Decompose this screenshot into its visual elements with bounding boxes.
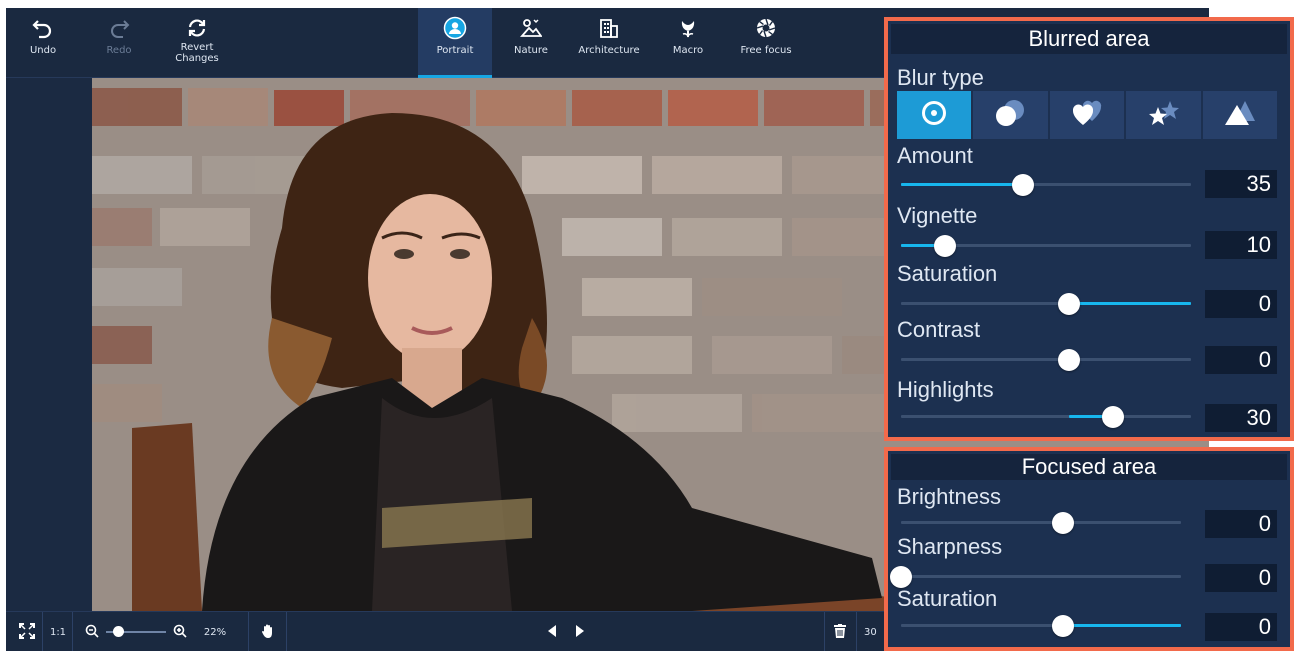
tab-macro-label: Macro (672, 45, 704, 56)
undo-icon (31, 16, 55, 40)
blur-type-overlap[interactable] (973, 91, 1048, 139)
saturation-value[interactable]: 0 (1205, 290, 1277, 318)
undo-label: Undo (29, 45, 57, 56)
blur-type-hearts[interactable] (1049, 91, 1125, 139)
brightness-value[interactable]: 0 (1205, 510, 1277, 538)
overlap-circles-icon (994, 99, 1028, 131)
arrow-left-icon (547, 624, 557, 640)
portrait-icon (443, 16, 467, 40)
blur-type-circle[interactable] (897, 91, 972, 139)
revert-changes-button[interactable]: Revert Changes (166, 8, 228, 78)
undo-button[interactable]: Undo (20, 8, 66, 78)
blur-type-triangles[interactable] (1202, 91, 1278, 139)
saturation-slider-fill (1069, 302, 1191, 305)
contrast-slider-handle[interactable] (1058, 349, 1081, 371)
next-button[interactable] (570, 612, 590, 651)
redo-button[interactable]: Redo (96, 8, 142, 78)
canvas-margin (6, 78, 92, 611)
pan-tool-button[interactable] (256, 612, 280, 651)
nature-icon (519, 16, 543, 40)
stars-icon (1146, 99, 1180, 131)
separator (286, 612, 287, 651)
hearts-icon (1070, 99, 1104, 131)
tab-nature-label: Nature (514, 45, 548, 56)
architecture-icon (597, 16, 621, 40)
brightness-slider[interactable] (901, 521, 1181, 524)
brightness-label: Brightness (897, 484, 1001, 509)
actual-size-label: 1:1 (49, 626, 67, 638)
focus-saturation-value[interactable]: 0 (1205, 613, 1277, 641)
blur-type-stars[interactable] (1126, 91, 1201, 139)
separator (248, 612, 249, 651)
amount-slider-fill (901, 183, 1023, 186)
trash-icon (834, 623, 846, 641)
tab-free-focus[interactable]: Free focus (728, 8, 804, 78)
tab-architecture[interactable]: Architecture (570, 8, 648, 78)
actual-size-button[interactable]: 1:1 (44, 612, 72, 651)
contrast-label: Contrast (897, 317, 981, 342)
zoom-out-button[interactable] (82, 612, 102, 651)
triangles-icon (1223, 99, 1257, 131)
highlights-slider-handle[interactable] (1101, 406, 1124, 428)
hand-icon (261, 623, 275, 642)
vignette-slider-handle[interactable] (933, 235, 956, 257)
amount-slider-handle[interactable] (1011, 174, 1034, 196)
redo-label: Redo (106, 45, 132, 56)
tab-portrait-label: Portrait (436, 45, 474, 56)
zoom-out-icon (85, 624, 99, 641)
separator (824, 612, 825, 651)
highlights-label: Highlights (897, 377, 994, 402)
redo-icon (107, 16, 131, 40)
sharpness-value[interactable]: 0 (1205, 564, 1277, 592)
sharpness-slider[interactable] (901, 575, 1181, 578)
separator (856, 612, 857, 651)
saturation-slider-handle[interactable] (1058, 293, 1081, 315)
revert-label: Revert Changes (175, 42, 219, 64)
vignette-value[interactable]: 10 (1205, 231, 1277, 259)
highlights-value[interactable]: 30 (1205, 404, 1277, 432)
sharpness-label: Sharpness (897, 534, 1003, 559)
blurred-area-panel: Blurred area Blur type Amount 35 Vignett… (884, 17, 1294, 441)
focus-saturation-slider-fill (1063, 624, 1181, 627)
previous-button[interactable] (542, 612, 562, 651)
blur-type-label: Blur type (897, 65, 984, 90)
revert-icon (185, 16, 209, 40)
saturation-label: Saturation (897, 261, 998, 286)
zoom-in-button[interactable] (170, 612, 190, 651)
contrast-slider[interactable] (901, 358, 1191, 361)
zoom-in-icon (173, 624, 187, 641)
delete-button[interactable] (830, 612, 850, 651)
circle-bokeh-icon (920, 99, 948, 131)
contrast-value[interactable]: 0 (1205, 346, 1277, 374)
sharpness-slider-handle[interactable] (890, 566, 912, 588)
fullscreen-icon (19, 622, 35, 642)
tab-architecture-label: Architecture (578, 45, 640, 56)
focused-area-panel: Focused area Brightness 0 Sharpness 0 Sa… (884, 447, 1294, 651)
macro-icon (676, 16, 700, 40)
arrow-right-icon (575, 624, 585, 640)
aperture-icon (754, 16, 778, 40)
separator (72, 612, 73, 651)
tab-nature[interactable]: Nature (500, 8, 562, 78)
panel-title: Blurred area (891, 24, 1287, 54)
amount-label: Amount (897, 143, 973, 168)
tab-portrait[interactable]: Portrait (418, 8, 492, 78)
fullscreen-button[interactable] (12, 612, 42, 651)
zoom-slider-handle[interactable] (113, 626, 124, 637)
separator (42, 612, 43, 651)
amount-value[interactable]: 35 (1205, 170, 1277, 198)
focus-saturation-slider-handle[interactable] (1052, 615, 1075, 637)
zoom-percent: 22% (203, 626, 227, 638)
tab-macro[interactable]: Macro (660, 8, 716, 78)
saturation-label: Saturation (897, 586, 998, 611)
tab-free-focus-label: Free focus (740, 45, 792, 56)
panel-title: Focused area (891, 454, 1287, 480)
brightness-slider-handle[interactable] (1052, 512, 1075, 534)
highlights-slider[interactable] (901, 415, 1191, 418)
vignette-label: Vignette (897, 203, 978, 228)
blur-type-selector (897, 91, 1278, 139)
